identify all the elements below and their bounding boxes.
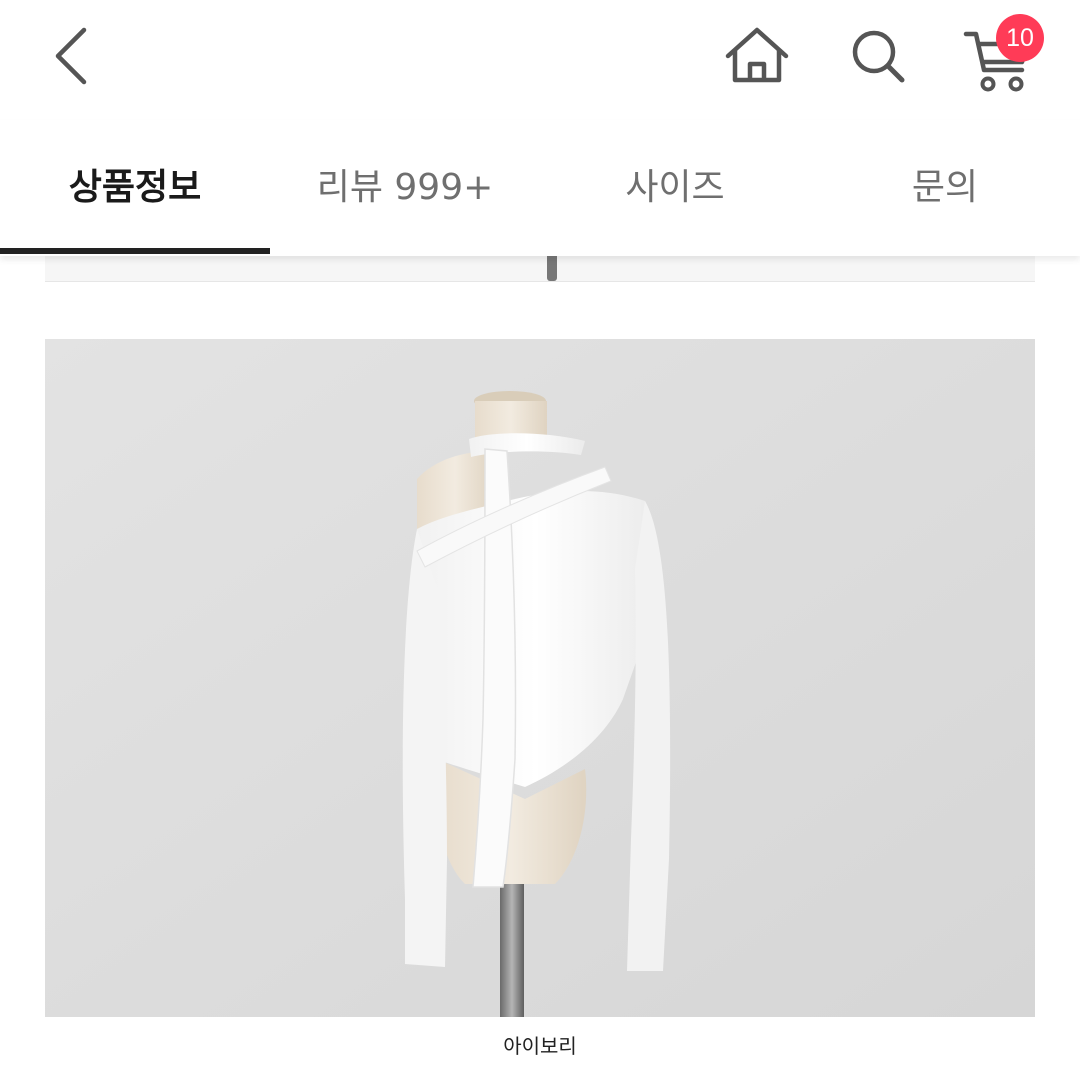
product-color-caption: 아이보리 (503, 1034, 577, 1058)
previous-product-image (45, 256, 1035, 282)
cart-count-badge: 10 (996, 14, 1044, 62)
product-detail-page: 10 상품정보 리뷰 999+ 사이즈 문의 아이보리 (0, 0, 1080, 1080)
tab-size[interactable]: 사이즈 (540, 120, 810, 254)
home-button[interactable] (720, 22, 794, 92)
tab-bar: 상품정보 리뷰 999+ 사이즈 문의 (0, 120, 1080, 256)
active-tab-indicator (0, 248, 270, 254)
mannequin-photo (45, 339, 1035, 1017)
search-button[interactable] (842, 22, 916, 92)
mannequin-stand-pole (547, 256, 557, 281)
top-bar: 10 (0, 0, 1080, 120)
chevron-left-icon (55, 27, 87, 85)
tab-inquiry[interactable]: 문의 (810, 120, 1080, 254)
back-button[interactable] (40, 22, 104, 94)
tab-product-info[interactable]: 상품정보 (0, 120, 270, 254)
product-image (45, 339, 1035, 1017)
search-icon (852, 30, 905, 83)
home-icon (725, 27, 789, 83)
tab-reviews[interactable]: 리뷰 999+ (270, 120, 540, 254)
cart-button[interactable]: 10 (958, 14, 1054, 98)
